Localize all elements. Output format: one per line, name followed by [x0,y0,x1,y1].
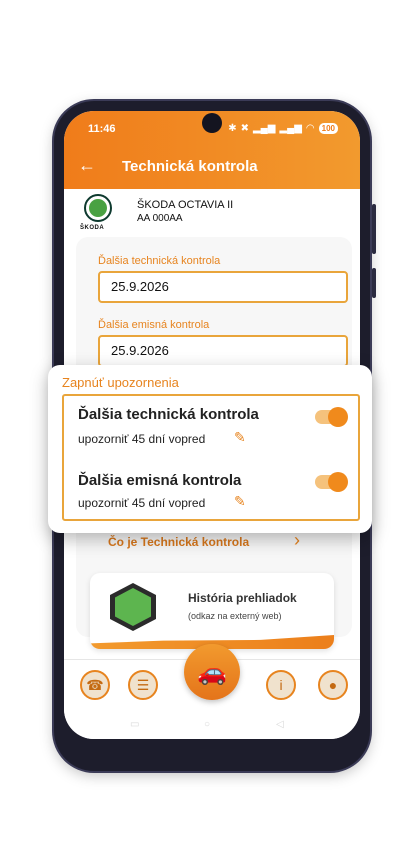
vehicle-name: ŠKODA OCTAVIA II [137,199,234,211]
power-button [372,268,376,298]
reminder-tech-subtitle: upozorniť 45 dní vopred [78,432,206,446]
reminders-title: Zapnúť upozornenia [62,375,179,390]
camera-notch [202,113,222,133]
reminder-emis-title: Ďalšia emisná kontrola [78,472,242,489]
car-icon[interactable]: 🚗 [184,644,240,700]
reminders-panel: Zapnúť upozornenia Ďalšia technická kont… [48,365,372,533]
volume-button [372,204,376,254]
history-title: História prehliadok [188,591,297,605]
back-nav-icon[interactable]: ◁ [276,719,284,730]
mute-icon: ✖ [240,123,249,134]
signal-icon: ▂▄▆ [279,123,302,134]
skoda-logo-icon [84,194,112,222]
checklist-icon[interactable]: ☰ [128,670,158,700]
status-icons: ✱ ✖ ▂▄▆ ▂▄▆ ◠ 100 [228,123,338,134]
emis-date-field[interactable]: 25.9.2026 [98,335,348,367]
back-arrow-icon[interactable]: ← [78,155,96,176]
toggle-emis[interactable] [315,472,348,492]
edit-pencil-icon[interactable]: ✎ [234,429,246,446]
tech-label: Ďalšia technická kontrola [98,255,221,267]
reminders-box: Ďalšia technická kontrola upozorniť 45 d… [62,394,360,521]
home-nav-icon[interactable]: ○ [204,719,210,730]
vehicle-plate: AA 000AA [137,213,183,224]
history-subtitle: (odkaz na externý web) [188,611,282,621]
info-link[interactable]: Čo je Technická kontrola [108,535,249,549]
tech-date-field[interactable]: 25.9.2026 [98,271,348,303]
brand-label: ŠKODA [80,225,105,231]
battery-icon: 100 [318,123,338,134]
info-icon[interactable]: i [266,670,296,700]
edit-pencil-icon[interactable]: ✎ [234,493,246,510]
reminder-tech-title: Ďalšia technická kontrola [78,406,259,423]
bluetooth-icon: ✱ [228,123,237,134]
phone-icon[interactable]: ☎ [80,670,110,700]
history-card[interactable]: História prehliadok (odkaz na externý we… [90,573,334,649]
menu-nav-icon[interactable]: ▭ [130,719,139,730]
chevron-right-icon[interactable]: › [294,530,300,551]
emis-label: Ďalšia emisná kontrola [98,319,210,331]
wifi-icon: ◠ [305,123,315,134]
app-bar: 11:46 ✱ ✖ ▂▄▆ ▂▄▆ ◠ 100 ← Technická kont… [64,111,360,189]
toggle-tech[interactable] [315,407,348,427]
reminder-emis-subtitle: upozorniť 45 dní vopred [78,496,206,510]
profile-icon[interactable]: ● [318,670,348,700]
page-title: Technická kontrola [122,158,258,175]
status-time: 11:46 [88,123,116,135]
vehicle-header: ŠKODA ŠKODA OCTAVIA II AA 000AA [64,189,360,239]
signal-icon: ▂▄▆ [252,123,276,134]
system-nav-bar: ▭ ○ ◁ [64,709,360,739]
